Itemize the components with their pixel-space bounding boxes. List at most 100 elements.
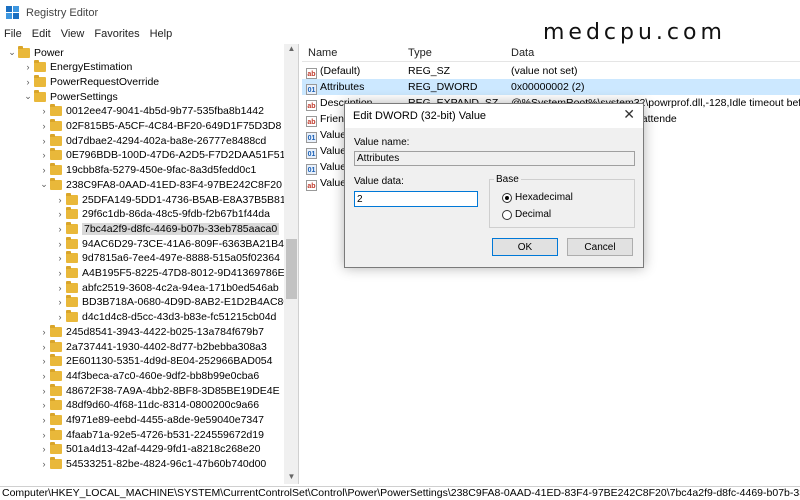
tree-node[interactable]: › 48df9d60-4f68-11dc-8314-0800200c9a66 bbox=[38, 398, 259, 413]
menu-edit[interactable]: Edit bbox=[32, 28, 51, 40]
tree-node[interactable]: › 0d7dbae2-4294-402a-ba8e-26777e8488cd bbox=[38, 133, 266, 148]
tree-node[interactable]: ⌄ Power bbox=[6, 45, 64, 60]
chevron-right-icon[interactable]: › bbox=[38, 327, 50, 337]
tree-node-label: abfc2519-3608-4c2a-94ea-171b0ed546ab bbox=[82, 281, 279, 294]
tree-node[interactable]: › 7bc4a2f9-d8fc-4469-b07b-33eb785aaca0 bbox=[54, 221, 280, 236]
close-icon[interactable]: ✕ bbox=[623, 106, 635, 123]
chevron-down-icon[interactable]: ⌄ bbox=[22, 91, 34, 102]
chevron-right-icon[interactable]: › bbox=[22, 77, 34, 87]
tree-node[interactable]: › 4f971e89-eebd-4455-a8de-9e59040e7347 bbox=[38, 413, 264, 428]
chevron-down-icon[interactable]: ⌄ bbox=[38, 179, 50, 190]
list-header: Name Type Data bbox=[302, 44, 800, 62]
tree-node[interactable]: › 2E601130-5351-4d9d-8E04-252966BAD054 bbox=[38, 354, 272, 369]
tree-node[interactable]: ⌄ 238C9FA8-0AAD-41ED-83F4-97BE242C8F20 bbox=[38, 177, 282, 192]
radio-unselected-icon[interactable] bbox=[502, 209, 512, 220]
value-name-cell: 01 Attributes bbox=[306, 81, 364, 95]
folder-icon bbox=[66, 192, 78, 205]
tree-node-label: 0012ee47-9041-4b5d-9b77-535fba8b1442 bbox=[66, 105, 264, 118]
chevron-right-icon[interactable]: › bbox=[38, 444, 50, 454]
tree-node[interactable]: › 2a737441-1930-4402-8d77-b2bebba308a3 bbox=[38, 339, 267, 354]
tree-node[interactable]: › abfc2519-3608-4c2a-94ea-171b0ed546ab bbox=[54, 280, 279, 295]
tree-node[interactable]: › 02F815B5-A5CF-4C84-BF20-649D1F75D3D8 bbox=[38, 119, 281, 134]
folder-icon bbox=[66, 295, 78, 308]
column-header-data[interactable]: Data bbox=[511, 47, 534, 59]
chevron-right-icon[interactable]: › bbox=[38, 415, 50, 425]
chevron-right-icon[interactable]: › bbox=[54, 224, 66, 234]
chevron-right-icon[interactable]: › bbox=[38, 400, 50, 410]
tree-node[interactable]: › 4faab71a-92e5-4726-b531-224559672d19 bbox=[38, 427, 264, 442]
registry-tree[interactable]: ⌄ Power › EnergyEstimation › PowerRequestOver… bbox=[0, 44, 299, 484]
tree-node[interactable]: › 48672F38-7A9A-4bb2-8BF8-3D85BE19DE4E bbox=[38, 383, 280, 398]
tree-node[interactable]: › 44f3beca-a7c0-460e-9df2-bb8b99e0cba6 bbox=[38, 368, 259, 383]
folder-icon bbox=[50, 354, 62, 367]
tree-node[interactable]: › 501a4d13-42af-4429-9fd1-a8218c268e20 bbox=[38, 442, 260, 457]
value-type-cell: REG_DWORD bbox=[408, 81, 478, 93]
chevron-right-icon[interactable]: › bbox=[54, 209, 66, 219]
chevron-right-icon[interactable]: › bbox=[38, 356, 50, 366]
tree-node[interactable]: › 94AC6D29-73CE-41A6-809F-6363BA21B47E bbox=[54, 236, 297, 251]
ok-button[interactable]: OK bbox=[492, 238, 558, 256]
chevron-right-icon[interactable]: › bbox=[38, 136, 50, 146]
chevron-right-icon[interactable]: › bbox=[38, 371, 50, 381]
tree-node-label: 48df9d60-4f68-11dc-8314-0800200c9a66 bbox=[66, 399, 260, 412]
chevron-right-icon[interactable]: › bbox=[38, 459, 50, 469]
chevron-right-icon[interactable]: › bbox=[54, 312, 66, 322]
hexadecimal-radio[interactable]: Hexadecimal bbox=[502, 192, 573, 203]
column-header-type[interactable]: Type bbox=[408, 47, 432, 59]
menu-help[interactable]: Help bbox=[150, 28, 173, 40]
chevron-right-icon[interactable]: › bbox=[38, 386, 50, 396]
tree-node[interactable]: › 0E796BDB-100D-47D6-A2D5-F7D2DAA51F51 bbox=[38, 148, 285, 163]
tree-node[interactable]: › 0012ee47-9041-4b5d-9b77-535fba8b1442 bbox=[38, 104, 264, 119]
tree-node[interactable]: › 29f6c1db-86da-48c5-9fdb-f2b67b1f44da bbox=[54, 207, 270, 222]
menu-bar: File Edit View Favorites Help bbox=[0, 26, 800, 42]
binary-value-icon: 01 bbox=[306, 132, 317, 143]
list-item[interactable]: 01 Attributes REG_DWORD 0x00000002 (2) bbox=[302, 79, 800, 95]
tree-node[interactable]: ⌄ PowerSettings bbox=[22, 89, 118, 104]
tree-node-label: 54533251-82be-4824-96c1-47b60b740d00 bbox=[66, 458, 267, 471]
tree-node[interactable]: › PowerRequestOverride bbox=[22, 74, 159, 89]
chevron-right-icon[interactable]: › bbox=[38, 121, 50, 131]
scroll-thumb[interactable] bbox=[286, 239, 297, 299]
folder-icon bbox=[66, 266, 78, 278]
chevron-right-icon[interactable]: › bbox=[22, 62, 34, 72]
chevron-right-icon[interactable]: › bbox=[54, 239, 66, 249]
cancel-button[interactable]: Cancel bbox=[567, 238, 633, 256]
tree-node[interactable]: › BD3B718A-0680-4D9D-8AB2-E1D2B4AC806D bbox=[54, 295, 298, 310]
menu-view[interactable]: View bbox=[61, 28, 85, 40]
chevron-right-icon[interactable]: › bbox=[54, 297, 66, 307]
menu-favorites[interactable]: Favorites bbox=[94, 28, 139, 40]
chevron-right-icon[interactable]: › bbox=[54, 268, 66, 278]
tree-node[interactable]: › 25DFA149-5DD1-4736-B5AB-E8A37B5B8187 bbox=[54, 192, 297, 207]
chevron-right-icon[interactable]: › bbox=[38, 165, 50, 175]
chevron-right-icon[interactable]: › bbox=[38, 342, 50, 352]
folder-icon bbox=[66, 207, 78, 220]
chevron-right-icon[interactable]: › bbox=[38, 430, 50, 440]
chevron-down-icon[interactable]: ⌄ bbox=[6, 47, 18, 58]
string-value-icon: ab bbox=[306, 116, 317, 127]
chevron-right-icon[interactable]: › bbox=[54, 195, 66, 205]
column-header-name[interactable]: Name bbox=[308, 47, 337, 59]
folder-icon bbox=[66, 310, 78, 323]
chevron-right-icon[interactable]: › bbox=[38, 106, 50, 116]
tree-node[interactable]: › EnergyEstimation bbox=[22, 60, 132, 75]
scroll-up-icon[interactable]: ▲ bbox=[284, 44, 298, 56]
chevron-right-icon[interactable]: › bbox=[38, 150, 50, 160]
value-data-input[interactable] bbox=[354, 191, 478, 207]
tree-node[interactable]: › A4B195F5-8225-47D8-8012-9D41369786E2 bbox=[54, 266, 290, 281]
tree-node-label: 501a4d13-42af-4429-9fd1-a8218c268e20 bbox=[66, 443, 261, 456]
scroll-down-icon[interactable]: ▼ bbox=[284, 472, 298, 484]
chevron-right-icon[interactable]: › bbox=[54, 253, 66, 263]
menu-file[interactable]: File bbox=[4, 28, 22, 40]
list-item[interactable]: ab (Default) REG_SZ (value not set) bbox=[302, 63, 800, 79]
folder-icon bbox=[50, 148, 62, 161]
tree-node[interactable]: › d4c1d4c8-d5cc-43d3-b83e-fc51215cb04d bbox=[54, 310, 276, 325]
tree-node[interactable]: › 245d8541-3943-4422-b025-13a784f679b7 bbox=[38, 324, 264, 339]
tree-node[interactable]: › 9d7815a6-7ee4-497e-8888-515a05f02364 bbox=[54, 251, 280, 266]
chevron-right-icon[interactable]: › bbox=[54, 283, 66, 293]
radio-selected-icon[interactable] bbox=[502, 192, 512, 203]
folder-icon bbox=[50, 457, 62, 470]
tree-node[interactable]: › 54533251-82be-4824-96c1-47b60b740d00 bbox=[38, 457, 266, 472]
decimal-radio[interactable]: Decimal bbox=[502, 209, 551, 220]
tree-vertical-scrollbar[interactable]: ▲ ▼ bbox=[284, 44, 298, 484]
tree-node[interactable]: › 19cbb8fa-5279-450e-9fac-8a3d5fedd0c1 bbox=[38, 163, 256, 178]
